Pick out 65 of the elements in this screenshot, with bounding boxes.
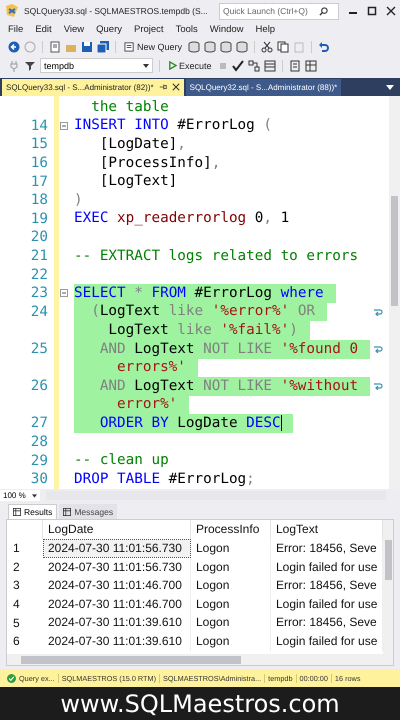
- line-number: 28: [30, 434, 49, 450]
- results-tab[interactable]: Results: [8, 504, 58, 519]
- code-line: -- clean up: [74, 451, 170, 470]
- line-number: 20: [30, 229, 49, 246]
- quick-launch-field[interactable]: Quick Launch (Ctrl+Q): [219, 2, 339, 20]
- line-number: 24: [30, 304, 49, 320]
- results-tab[interactable]: Messages: [59, 504, 118, 519]
- code-line: EXEC xp_readerrorlog 0, 1: [74, 209, 290, 228]
- code-line: -- EXTRACT logs related to errors: [74, 246, 360, 266]
- menu-item[interactable]: Query: [96, 24, 122, 35]
- menu-item[interactable]: Project: [134, 24, 164, 35]
- line-number: 18: [30, 192, 49, 208]
- row-number: 4: [12, 597, 21, 612]
- website-address: www.SQLMaestros.com: [60, 690, 340, 718]
- line-number: 17: [30, 174, 49, 190]
- row-number: 5: [12, 616, 21, 630]
- line-number: 22: [30, 266, 49, 283]
- new-query-button[interactable]: New Query: [122, 41, 184, 52]
- menu-item[interactable]: Window: [210, 24, 244, 35]
- line-number: 21: [30, 248, 49, 264]
- code-line: ): [74, 190, 84, 210]
- line-number: 19: [30, 210, 49, 227]
- table-cell: Logon: [191, 594, 271, 614]
- line-number: 27: [30, 415, 49, 432]
- table-cell: 2024-07-30 11:01:39.610: [43, 632, 191, 651]
- table-cell: Logon: [191, 558, 271, 576]
- table-cell: Logon: [191, 539, 271, 558]
- menu-item[interactable]: Edit: [35, 24, 52, 35]
- code-line: [LogDate],: [98, 134, 187, 154]
- menu-item[interactable]: Help: [256, 24, 276, 35]
- code-line: the table: [90, 98, 170, 117]
- line-number: 30: [30, 471, 49, 488]
- code-line: [LogText]: [98, 172, 178, 192]
- table-cell: Logon: [191, 576, 271, 595]
- document-tab[interactable]: SQLQuery33.sql - S...Administrator (82))*: [2, 78, 184, 96]
- table-cell: 2024-07-30 11:01:46.700: [43, 576, 191, 595]
- code-line: DROP TABLE #ErrorLog;: [74, 470, 256, 489]
- code-line: INSERT INTO #ErrorLog (: [74, 116, 273, 136]
- line-number: 16: [30, 155, 49, 172]
- line-number: 29: [30, 452, 49, 469]
- line-number: 25: [30, 341, 49, 358]
- menu-item[interactable]: File: [8, 24, 24, 35]
- row-number: 2: [12, 560, 21, 574]
- column-header[interactable]: ProcessInfo: [191, 520, 271, 539]
- execute-button[interactable]: Execute: [166, 60, 214, 70]
- table-cell: Logon: [191, 613, 271, 632]
- table-cell: 2024-07-30 11:01:56.730: [43, 558, 191, 576]
- document-tab[interactable]: SQLQuery32.sql - S...Administrator (88))*: [186, 78, 342, 96]
- database-dropdown[interactable]: tempdb: [40, 58, 153, 73]
- line-number: 23: [30, 285, 49, 302]
- table-cell: 2024-07-30 11:01:56.730: [43, 539, 191, 558]
- row-number: 1: [12, 541, 21, 556]
- line-number: 15: [30, 136, 49, 152]
- row-number: 3: [12, 578, 21, 592]
- table-cell: Logon: [191, 632, 271, 651]
- code-line: [ProcessInfo],: [98, 154, 222, 173]
- line-number: 14: [30, 118, 49, 134]
- window-title: SQLQuery33.sql - SQLMAESTROS.tempdb (S...: [24, 6, 208, 16]
- row-number: 6: [12, 634, 21, 648]
- menu-item[interactable]: View: [64, 24, 84, 35]
- line-number: 26: [30, 378, 49, 394]
- menu-item[interactable]: Tools: [176, 24, 198, 35]
- table-cell: 2024-07-30 11:01:46.700: [43, 594, 191, 614]
- zoom-dropdown[interactable]: 100 %: [0, 490, 40, 501]
- table-cell: 2024-07-30 11:01:39.610: [43, 613, 191, 632]
